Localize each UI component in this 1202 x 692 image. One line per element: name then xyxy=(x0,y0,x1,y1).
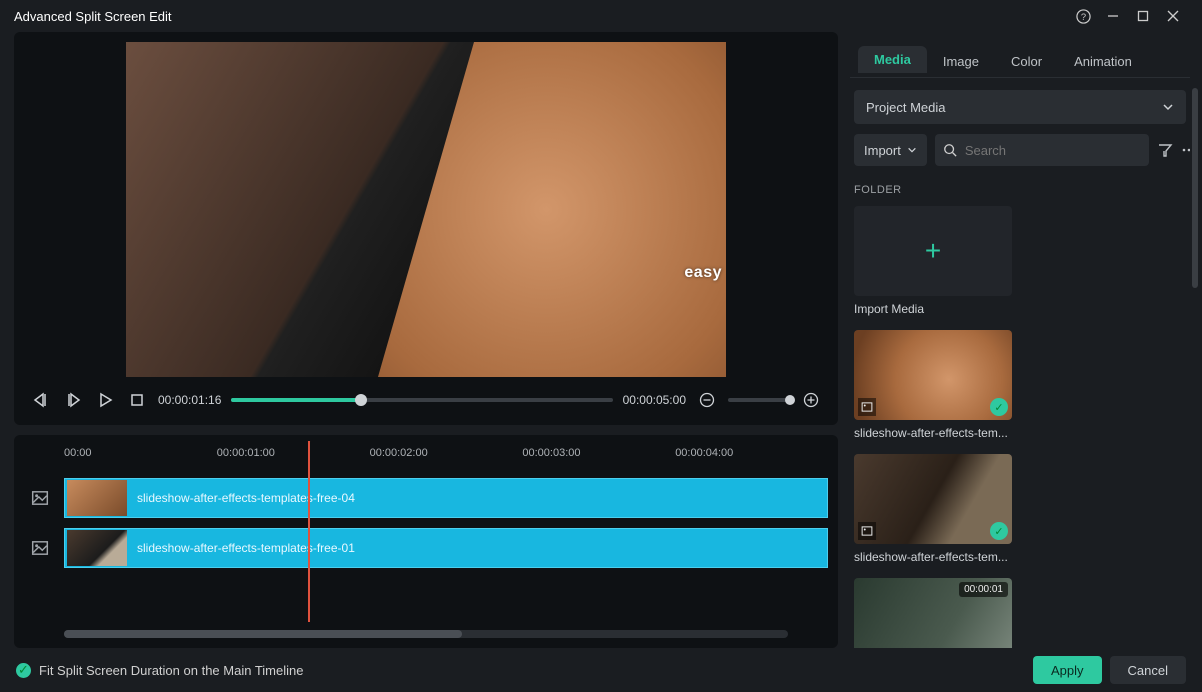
footer-bar: ✓ Fit Split Screen Duration on the Main … xyxy=(0,648,1202,692)
search-icon xyxy=(943,143,957,157)
timeline-panel: 00:00 00:00:01:00 00:00:02:00 00:00:03:0… xyxy=(14,435,838,648)
right-panel: Media Image Color Animation Project Medi… xyxy=(850,32,1202,648)
image-track-icon xyxy=(24,539,56,557)
maximize-button[interactable] xyxy=(1128,2,1158,30)
timeline-scrollbar[interactable] xyxy=(64,630,788,638)
timeline-clip[interactable]: slideshow-after-effects-templates-free-0… xyxy=(64,528,828,568)
window-title: Advanced Split Screen Edit xyxy=(14,9,172,24)
media-caption: slideshow-after-effects-tem... xyxy=(854,550,1012,564)
checkmark-icon: ✓ xyxy=(990,522,1008,540)
clip-label: slideshow-after-effects-templates-free-0… xyxy=(137,541,355,555)
clip-label: slideshow-after-effects-templates-free-0… xyxy=(137,491,355,505)
panel-scrollbar[interactable] xyxy=(1192,82,1198,662)
filter-icon[interactable] xyxy=(1157,139,1173,161)
ruler-tick: 00:00:02:00 xyxy=(370,447,428,459)
zoom-slider[interactable] xyxy=(728,398,790,402)
timeline-clip[interactable]: slideshow-after-effects-templates-free-0… xyxy=(64,478,828,518)
cancel-button[interactable]: Cancel xyxy=(1110,656,1186,684)
playhead[interactable] xyxy=(308,441,310,622)
import-media-label: Import Media xyxy=(854,302,1012,316)
folder-section-label: FOLDER xyxy=(854,184,1186,196)
ruler-tick: 00:00:04:00 xyxy=(675,447,733,459)
time-ruler[interactable]: 00:00 00:00:01:00 00:00:02:00 00:00:03:0… xyxy=(64,441,828,475)
clip-thumbnail xyxy=(67,480,127,516)
image-type-icon xyxy=(858,398,876,416)
fit-duration-label: Fit Split Screen Duration on the Main Ti… xyxy=(39,663,303,678)
tab-animation[interactable]: Animation xyxy=(1058,46,1148,77)
media-item[interactable]: ✓ slideshow-after-effects-tem... xyxy=(854,454,1186,564)
next-frame-icon[interactable] xyxy=(62,389,84,411)
tab-color[interactable]: Color xyxy=(995,46,1058,77)
minimize-button[interactable] xyxy=(1098,2,1128,30)
apply-button[interactable]: Apply xyxy=(1033,656,1102,684)
more-icon[interactable] xyxy=(1181,139,1190,161)
clip-thumbnail xyxy=(67,530,127,566)
play-icon[interactable] xyxy=(94,389,116,411)
total-time: 00:00:05:00 xyxy=(623,393,686,407)
ruler-tick: 00:00:01:00 xyxy=(217,447,275,459)
checkmark-icon: ✓ xyxy=(990,398,1008,416)
fit-duration-checkbox[interactable]: ✓ Fit Split Screen Duration on the Main … xyxy=(16,663,303,678)
import-media-card[interactable]: + Import Media xyxy=(854,206,1186,316)
image-track-icon xyxy=(24,489,56,507)
import-button[interactable]: Import xyxy=(854,134,927,166)
zoom-in-icon[interactable] xyxy=(800,389,822,411)
media-item[interactable]: 00:00:01 xyxy=(854,578,1186,648)
chevron-down-icon xyxy=(907,145,917,155)
ruler-tick: 00:00:03:00 xyxy=(522,447,580,459)
transport-controls: 00:00:01:16 00:00:05:00 xyxy=(24,377,828,425)
stop-icon[interactable] xyxy=(126,389,148,411)
media-item[interactable]: ✓ slideshow-after-effects-tem... xyxy=(854,330,1186,440)
svg-text:?: ? xyxy=(1080,11,1085,21)
checkbox-checked-icon: ✓ xyxy=(16,663,31,678)
title-bar: Advanced Split Screen Edit ? xyxy=(0,0,1202,32)
tab-image[interactable]: Image xyxy=(927,46,995,77)
search-box[interactable] xyxy=(935,134,1149,166)
preview-panel: easy 00:00:01:16 xyxy=(14,32,838,425)
split-screen-frame: easy xyxy=(126,42,726,377)
playback-slider[interactable] xyxy=(231,398,612,402)
import-label: Import xyxy=(864,143,901,158)
watermark-text: easy xyxy=(684,264,722,282)
clip-duration: 00:00:01 xyxy=(959,582,1008,597)
zoom-out-icon[interactable] xyxy=(696,389,718,411)
plus-icon: + xyxy=(925,235,941,267)
ruler-tick: 00:00 xyxy=(64,447,92,459)
media-source-label: Project Media xyxy=(866,100,945,115)
track-row: slideshow-after-effects-templates-free-0… xyxy=(24,525,828,571)
help-icon[interactable]: ? xyxy=(1068,2,1098,30)
media-caption: slideshow-after-effects-tem... xyxy=(854,426,1012,440)
search-input[interactable] xyxy=(965,143,1141,158)
media-source-dropdown[interactable]: Project Media xyxy=(854,90,1186,124)
media-list: + Import Media ✓ slideshow-after-effects… xyxy=(854,206,1186,648)
track-row: slideshow-after-effects-templates-free-0… xyxy=(24,475,828,521)
chevron-down-icon xyxy=(1162,101,1174,113)
tab-media[interactable]: Media xyxy=(858,46,927,73)
panel-tabs: Media Image Color Animation xyxy=(850,32,1190,78)
close-button[interactable] xyxy=(1158,2,1188,30)
current-time: 00:00:01:16 xyxy=(158,393,221,407)
previous-frame-icon[interactable] xyxy=(30,389,52,411)
image-type-icon xyxy=(858,522,876,540)
preview-canvas[interactable]: easy xyxy=(24,42,828,377)
